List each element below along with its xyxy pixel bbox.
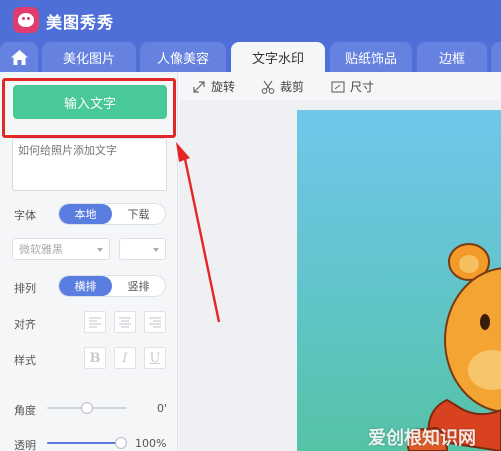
crop-button[interactable]: 裁剪 <box>261 78 304 95</box>
angle-label: 角度 <box>14 404 36 417</box>
watermark-text: 爱创根知识网 <box>368 428 476 449</box>
font-source-toggle: 本地 下载 <box>58 203 166 225</box>
tab-stickers[interactable]: 贴纸饰品 <box>330 42 412 72</box>
crop-label: 裁剪 <box>280 80 305 94</box>
align-label: 对齐 <box>14 318 36 331</box>
text-input[interactable] <box>12 138 167 191</box>
title-bar: 美图秀秀 <box>0 0 501 38</box>
rotate-icon <box>193 80 205 93</box>
opacity-label: 透明 <box>14 439 36 451</box>
cartoon-bear-image <box>406 243 501 451</box>
font-download-option[interactable]: 下载 <box>112 204 165 224</box>
tab-text-watermark[interactable]: 文字水印 <box>231 42 325 72</box>
arrange-vertical-option[interactable]: 竖排 <box>112 276 165 296</box>
arrange-label: 排列 <box>14 282 36 295</box>
style-label: 样式 <box>14 354 36 367</box>
align-center-icon <box>119 317 131 327</box>
tab-more[interactable] <box>491 42 501 72</box>
angle-value: 0' <box>157 402 168 415</box>
opacity-slider[interactable] <box>47 436 127 450</box>
align-right-button[interactable] <box>144 311 166 333</box>
chevron-down-icon <box>153 248 159 252</box>
tab-home[interactable] <box>0 42 38 72</box>
arrange-toggle: 横排 竖排 <box>58 275 166 297</box>
align-left-button[interactable] <box>84 311 106 333</box>
rotate-button[interactable]: 旋转 <box>192 78 235 95</box>
bold-button[interactable]: B <box>84 347 106 369</box>
highlight-box <box>2 78 176 138</box>
underline-button[interactable]: U <box>144 347 166 369</box>
chevron-down-icon <box>97 248 103 252</box>
font-label: 字体 <box>14 209 36 222</box>
tab-portrait[interactable]: 人像美容 <box>140 42 226 72</box>
size-button[interactable]: 尺寸 <box>331 78 374 95</box>
angle-slider-knob[interactable] <box>81 402 93 414</box>
font-family-select[interactable]: 微软雅黑 <box>12 238 110 260</box>
app-logo-icon <box>13 7 39 33</box>
opacity-slider-knob[interactable] <box>115 437 127 449</box>
size-label: 尺寸 <box>350 80 375 94</box>
scissors-icon <box>261 80 275 94</box>
font-size-select[interactable] <box>119 238 166 260</box>
arrange-horizontal-option[interactable]: 横排 <box>59 276 112 296</box>
app-title: 美图秀秀 <box>46 13 115 32</box>
opacity-slider-fill <box>47 442 121 444</box>
align-left-icon <box>89 317 101 327</box>
photo-preview[interactable] <box>297 110 501 451</box>
angle-slider[interactable] <box>47 401 127 415</box>
tab-bar: 美化图片 人像美容 文字水印 贴纸饰品 边框 <box>0 38 501 72</box>
font-family-value: 微软雅黑 <box>19 243 63 256</box>
italic-button[interactable]: I <box>114 347 136 369</box>
opacity-value: 100% <box>135 437 167 450</box>
tab-frames[interactable]: 边框 <box>417 42 487 72</box>
home-icon <box>10 49 28 65</box>
align-right-icon <box>149 317 161 327</box>
font-local-option[interactable]: 本地 <box>59 204 112 224</box>
rotate-label: 旋转 <box>211 80 236 94</box>
tab-beautify[interactable]: 美化图片 <box>42 42 136 72</box>
resize-icon <box>331 80 345 93</box>
align-center-button[interactable] <box>114 311 136 333</box>
